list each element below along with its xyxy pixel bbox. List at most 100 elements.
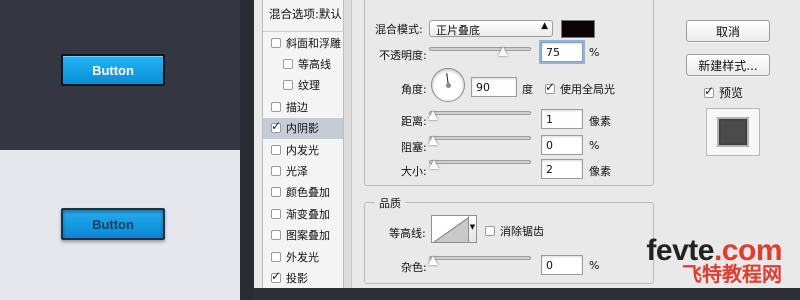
select-arrows-icon: ▲ <box>541 21 548 31</box>
style-item-checkbox[interactable] <box>271 166 281 177</box>
shadow-color-swatch[interactable] <box>561 20 595 38</box>
dialog-bottom-edge <box>254 288 800 300</box>
divider-strip <box>240 0 254 300</box>
noise-input[interactable]: 0 <box>541 255 583 275</box>
style-item-label: 描边 <box>286 100 308 114</box>
size-slider[interactable] <box>429 157 531 169</box>
style-item-checkbox[interactable] <box>283 59 293 70</box>
style-list-header[interactable]: 混合选项:默认 <box>263 0 343 32</box>
style-list-item[interactable]: 描边 <box>263 96 343 117</box>
style-item-checkbox[interactable] <box>271 101 281 112</box>
style-list-item[interactable]: 等高线 <box>263 53 343 74</box>
choke-input[interactable]: 0 <box>541 135 583 155</box>
style-item-checkbox[interactable] <box>271 272 281 283</box>
style-item-checkbox[interactable] <box>271 187 281 198</box>
slider-thumb[interactable] <box>429 160 439 169</box>
style-preview-swatch <box>717 117 749 147</box>
style-item-label: 内阴影 <box>286 122 319 136</box>
noise-slider[interactable] <box>428 253 531 265</box>
opacity-input[interactable]: 75 <box>539 40 585 64</box>
style-item-label: 内发光 <box>286 143 319 157</box>
style-item-label: 投影 <box>286 271 308 285</box>
style-item-checkbox[interactable] <box>271 251 281 262</box>
style-list-item[interactable]: 外发光 <box>263 246 343 267</box>
style-list-item[interactable]: 内阴影 <box>263 117 343 139</box>
preview-checkbox[interactable] <box>704 87 714 98</box>
style-item-label: 图案叠加 <box>286 229 330 243</box>
style-item-label: 斜面和浮雕 <box>286 36 341 50</box>
style-item-label: 外发光 <box>286 250 319 264</box>
contour-dropdown-arrow[interactable]: ▼ <box>469 215 477 243</box>
contour-label: 等高线: <box>389 227 426 240</box>
choke-slider[interactable] <box>428 133 531 145</box>
light-demo-button[interactable]: Button <box>61 208 165 240</box>
preview-option[interactable]: 预览 <box>704 84 743 101</box>
style-list-item[interactable]: 图案叠加 <box>263 225 343 246</box>
opacity-unit: % <box>589 46 600 59</box>
slider-track <box>429 47 531 51</box>
style-item-label: 光泽 <box>286 165 308 179</box>
new-style-button[interactable]: 新建样式... <box>686 54 770 76</box>
style-item-label: 渐变叠加 <box>286 207 330 221</box>
style-item-checkbox[interactable] <box>271 144 281 155</box>
distance-label: 距离: <box>401 115 427 128</box>
anti-alias-label: 消除锯齿 <box>500 225 544 238</box>
global-light-label: 使用全局光 <box>560 83 615 96</box>
opacity-label: 不透明度: <box>379 49 427 62</box>
style-list-item[interactable]: 投影 <box>263 267 343 288</box>
style-list-item[interactable]: 纹理 <box>263 75 343 96</box>
global-light-option[interactable]: 使用全局光 <box>545 81 615 97</box>
noise-label: 杂色: <box>401 261 427 274</box>
anti-alias-checkbox[interactable] <box>485 226 495 236</box>
style-item-checkbox[interactable] <box>271 208 281 219</box>
watermark-chinese-name: 飞特教程网 <box>682 262 782 286</box>
noise-unit: % <box>589 259 600 272</box>
contour-picker[interactable] <box>431 215 469 243</box>
dark-preview-panel: Button <box>0 0 240 150</box>
style-list-item[interactable]: 光泽 <box>263 160 343 181</box>
opacity-slider[interactable] <box>429 44 531 56</box>
style-list-item[interactable]: 颜色叠加 <box>263 182 343 203</box>
distance-unit: 像素 <box>589 115 611 128</box>
style-item-checkbox[interactable] <box>283 80 293 91</box>
layer-style-dialog: 混合选项:默认 斜面和浮雕等高线纹理描边内阴影内发光光泽颜色叠加渐变叠加图案叠加… <box>254 0 800 288</box>
blend-mode-label: 混合模式: <box>375 23 423 36</box>
angle-unit: 度 <box>522 83 533 96</box>
style-preview-thumbnail <box>706 108 760 156</box>
style-list-item[interactable]: 斜面和浮雕 <box>263 32 343 53</box>
blend-mode-select[interactable]: 正片叠底 ▲ <box>429 20 553 37</box>
size-input[interactable]: 2 <box>541 159 583 179</box>
style-item-label: 颜色叠加 <box>286 186 330 200</box>
slider-thumb[interactable] <box>498 47 508 56</box>
choke-label: 阻塞: <box>401 141 427 154</box>
distance-slider[interactable] <box>428 108 531 120</box>
preview-label: 预览 <box>719 86 744 100</box>
angle-input[interactable]: 90 <box>471 77 517 97</box>
slider-thumb[interactable] <box>428 136 438 145</box>
size-label: 大小: <box>401 165 427 178</box>
cancel-button[interactable]: 取消 <box>686 20 770 42</box>
slider-thumb[interactable] <box>428 111 438 120</box>
slider-track <box>429 136 531 140</box>
global-light-checkbox[interactable] <box>545 83 555 94</box>
style-item-checkbox[interactable] <box>271 122 281 134</box>
distance-input[interactable]: 1 <box>541 109 583 129</box>
inner-shadow-structure-group: 混合模式: 正片叠底 ▲ 不透明度: 75 % 角度: 90 度 使用全局光 距… <box>364 0 654 186</box>
slider-track <box>429 111 531 115</box>
blend-mode-value: 正片叠底 <box>436 24 480 37</box>
anti-alias-option[interactable]: 消除锯齿 <box>485 223 544 239</box>
style-list-item[interactable]: 内发光 <box>263 139 343 160</box>
contour-curve-icon <box>433 217 469 243</box>
style-list-item[interactable]: 渐变叠加 <box>263 203 343 224</box>
style-item-checkbox[interactable] <box>271 230 281 241</box>
style-list-scrollbar[interactable] <box>344 0 352 288</box>
style-item-checkbox[interactable] <box>271 37 281 48</box>
choke-unit: % <box>589 139 600 152</box>
angle-dial[interactable] <box>431 68 465 102</box>
dark-demo-button[interactable]: Button <box>61 54 165 86</box>
slider-track <box>429 256 531 260</box>
slider-thumb[interactable] <box>428 256 438 265</box>
style-item-label: 等高线 <box>298 58 331 72</box>
style-list: 混合选项:默认 斜面和浮雕等高线纹理描边内阴影内发光光泽颜色叠加渐变叠加图案叠加… <box>262 0 344 288</box>
quality-title: 品质 <box>375 195 405 211</box>
